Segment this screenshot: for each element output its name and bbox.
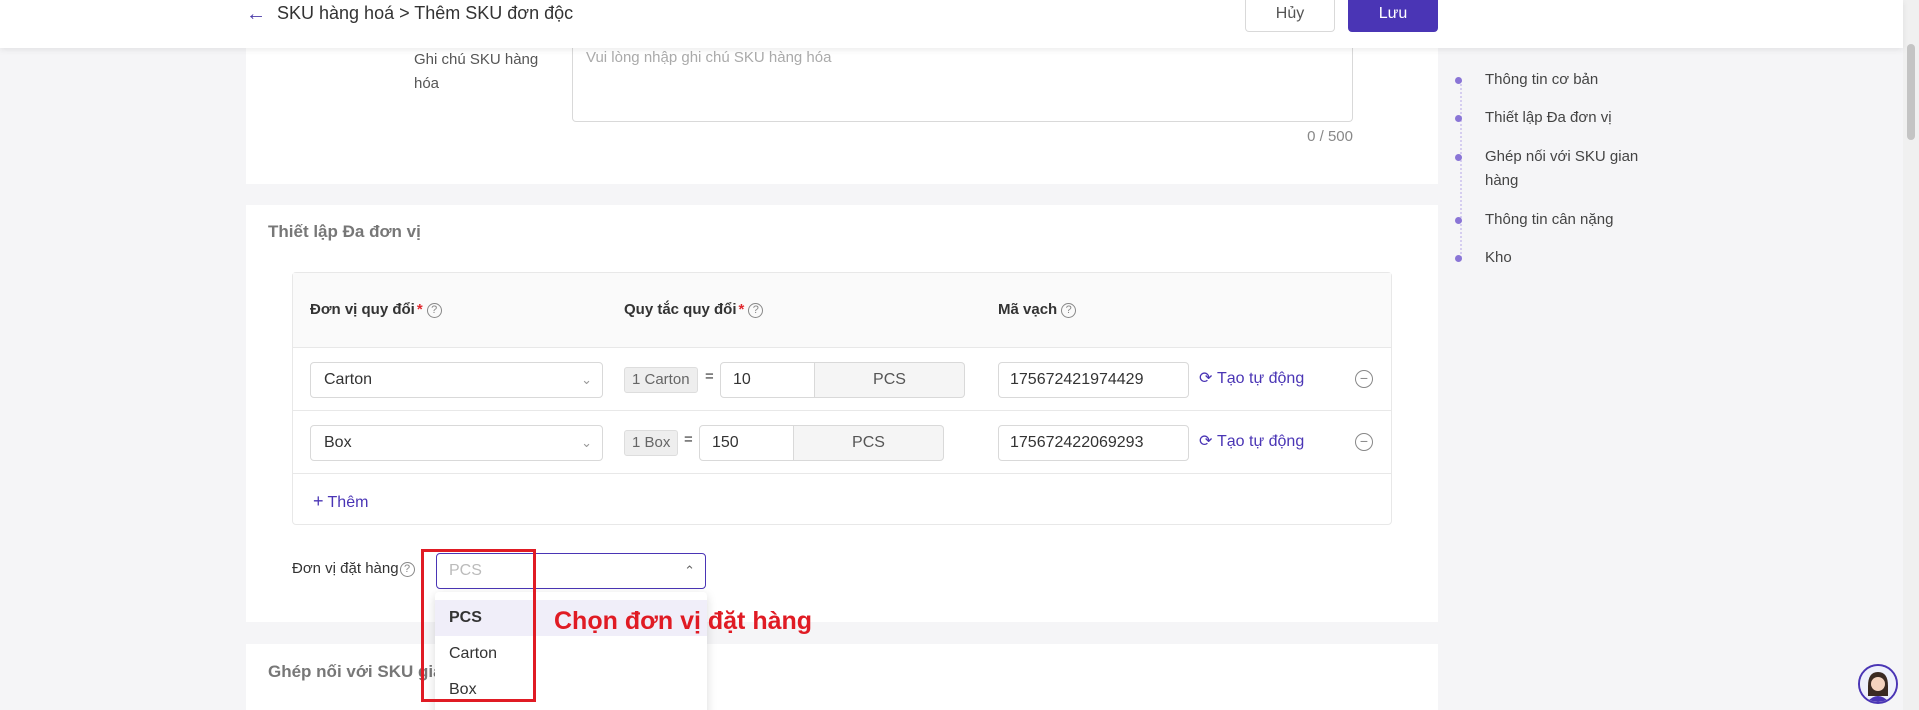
question-circle-icon[interactable]: ? [1061,303,1077,318]
chevron-down-icon: ⌄ [581,435,592,450]
question-circle-icon[interactable]: ? [748,303,764,318]
anchor-item-weight[interactable]: Thông tin cân nặng [1455,208,1655,232]
barcode-input[interactable]: 175672422069293 [998,425,1189,461]
note-textarea[interactable]: Vui lòng nhập ghi chú SKU hàng hóa [572,48,1353,122]
sync-icon: ⟳ [1199,433,1213,450]
equals-sign: = [705,368,714,385]
chevron-up-icon: ⌃ [684,563,695,578]
auto-generate-link[interactable]: ⟳ Tạo tự động [1199,431,1304,451]
minus-circle-icon[interactable]: − [1355,433,1373,451]
anchor-dot [1455,115,1462,122]
basic-info-card: Ghi chú SKU hàng hóa Vui lòng nhập ghi c… [246,48,1438,184]
note-label: Ghi chú SKU hàng hóa [414,51,539,92]
top-bar: ← SKU hàng hoá > Thêm SKU đơn độc Hủy Lư… [0,0,1903,48]
minus-circle-icon[interactable]: − [1355,370,1373,388]
column-header-unit: Đơn vị quy đổi *? [310,301,442,318]
add-unit-button[interactable]: + Thêm [313,491,368,512]
page-scrollbar[interactable] [1903,0,1919,710]
barcode-input[interactable]: 175672421974429 [998,362,1189,398]
anchor-dot [1455,217,1462,224]
order-unit-label: Đơn vị đặt hàng? [292,560,415,577]
plus-icon: + [313,491,324,511]
quantity-input[interactable]: 150 [699,425,794,461]
avatar-icon [1860,666,1896,702]
annotation-text: Chọn đơn vị đặt hàng [554,607,813,635]
quantity-input[interactable]: 10 [720,362,815,398]
section-title-multi-unit: Thiết lập Đa đơn vị [268,222,421,241]
unit-rule-tag: 1 Box [624,430,679,456]
cancel-button[interactable]: Hủy [1245,0,1335,32]
base-unit-addon: PCS [794,425,944,461]
anchor-item-basic-info[interactable]: Thông tin cơ bản [1455,68,1655,92]
question-circle-icon[interactable]: ? [399,562,415,577]
anchor-item-store-sku[interactable]: Ghép nối với SKU gian hàng [1455,145,1655,193]
equals-sign: = [684,431,693,448]
scrollbar-thumb[interactable] [1907,44,1915,140]
anchor-dot [1455,77,1462,84]
note-char-count: 0 / 500 [1307,128,1353,145]
unit-select[interactable]: Box ⌄ [310,425,603,461]
table-row: Carton ⌄ 1 Carton = 10 PCS 1756724219744… [293,348,1391,411]
anchor-dot [1455,255,1462,262]
table-header: Đơn vị quy đổi *? Quy tắc quy đổi *? Mã vạ… [293,273,1391,348]
unit-select[interactable]: Carton ⌄ [310,362,603,398]
base-unit-addon: PCS [815,362,965,398]
support-avatar[interactable] [1858,664,1898,704]
breadcrumb: SKU hàng hoá > Thêm SKU đơn độc [277,3,574,23]
table-row: Box ⌄ 1 Box = 150 PCS 175672422069293 ⟳ T… [293,411,1391,474]
question-circle-icon[interactable]: ? [426,303,442,318]
column-header-rule: Quy tắc quy đổi *? [624,301,764,318]
save-button[interactable]: Lưu [1348,0,1438,32]
arrow-left-icon[interactable]: ← [246,3,266,25]
column-header-barcode: Mã vạch? [998,301,1077,318]
unit-rule-tag: 1 Carton [624,367,698,393]
anchor-item-warehouse[interactable]: Kho [1455,246,1655,270]
anchor-item-multi-unit[interactable]: Thiết lập Đa đơn vị [1455,106,1655,130]
unit-conversion-table: Đơn vị quy đổi *? Quy tắc quy đổi *? Mã vạ… [292,272,1392,525]
anchor-dot [1455,154,1462,161]
chevron-down-icon: ⌄ [581,372,592,387]
annotation-highlight-box [421,549,536,702]
sync-icon: ⟳ [1199,370,1213,387]
auto-generate-link[interactable]: ⟳ Tạo tự động [1199,368,1304,388]
